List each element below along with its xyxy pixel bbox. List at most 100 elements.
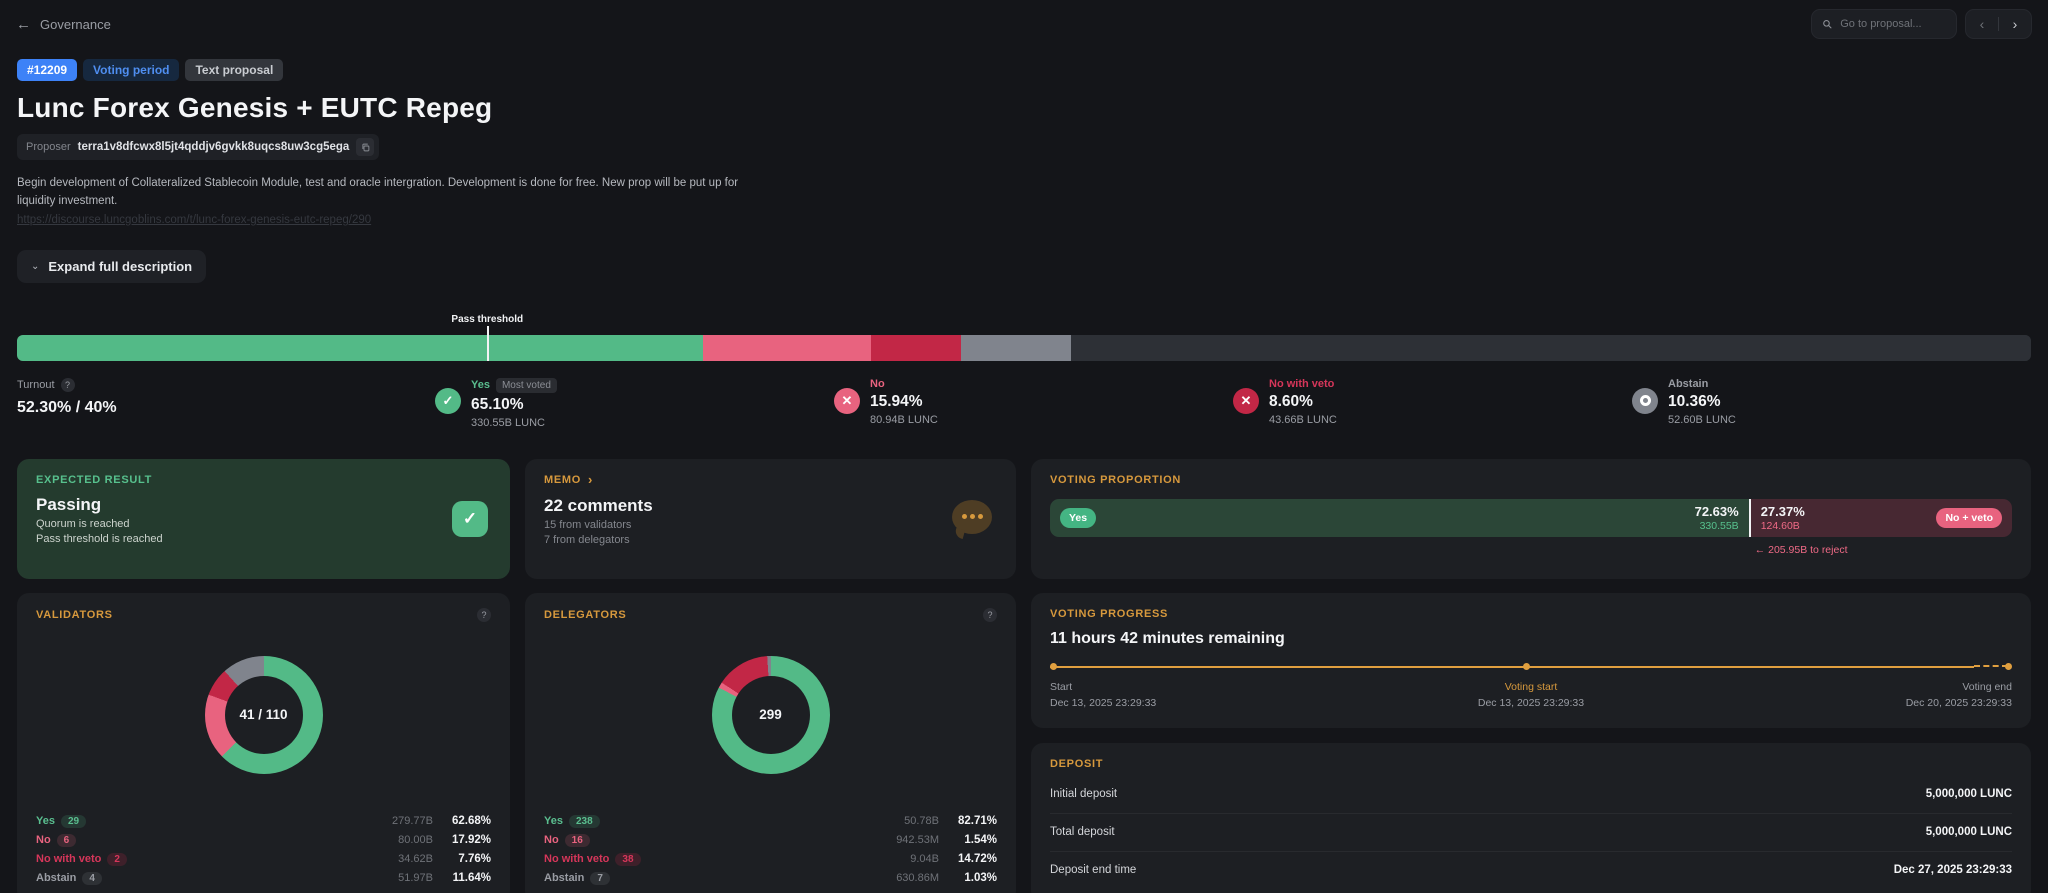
- copy-address-button[interactable]: [356, 138, 375, 157]
- yes-pill: Yes: [1060, 507, 1097, 528]
- top-bar: ← Governance ‹ ›: [0, 0, 2048, 43]
- pass-threshold-label: Pass threshold: [451, 313, 524, 325]
- proposal-title: Lunc Forex Genesis + EUTC Repeg: [17, 92, 493, 124]
- delegators-legend: Yes 238 50.78B 82.71% No 16 942.53M 1.54…: [544, 812, 997, 888]
- expand-label: Expand full description: [48, 258, 193, 274]
- legend-row-veto: No with veto 38 9.04B 14.72%: [544, 852, 997, 866]
- comment-count: 22 comments: [544, 495, 653, 515]
- no-pct: 15.94%: [870, 392, 923, 410]
- pass-threshold-marker: [487, 325, 489, 361]
- veto-label: No with veto: [1269, 377, 1335, 390]
- proportion-no-amount: 124.60B: [1760, 519, 1800, 532]
- no-stat: ✕ No 15.94% 80.94B LUNC: [834, 378, 1233, 429]
- proposal-id-badge: #12209: [17, 59, 78, 82]
- veto-x-icon: ✕: [1233, 387, 1259, 414]
- timeline-end-dot: [2005, 662, 2012, 670]
- yes-stat: ✓ Yes Most voted 65.10% 330.55B LUNC: [435, 377, 834, 429]
- proposal-type-badge: Text proposal: [185, 59, 284, 82]
- proposal-search[interactable]: [1811, 9, 1957, 39]
- delegators-heading: DELEGATORS: [544, 608, 627, 621]
- proposer-label: Proposer: [26, 141, 71, 154]
- total-deposit-row: Total deposit 5,000,000 LUNC: [1050, 812, 2012, 851]
- detail-cards-row: VALIDATORS ? 41 / 110 Yes 29 279.77B 62.…: [17, 592, 2031, 893]
- vote-tally-bar: [17, 334, 2031, 361]
- description-link[interactable]: https://discourse.luncgoblins.com/t/lunc…: [17, 212, 754, 230]
- legend-row-abstain: Abstain 4 51.97B 11.64%: [36, 871, 491, 885]
- proposal-pager: ‹ ›: [1965, 9, 2032, 39]
- back-label: Governance: [40, 16, 111, 32]
- proposer-pill: Proposer terra1v8dfcwx8l5jt4qddjv6gvkk8u…: [17, 134, 380, 161]
- proposer-address: terra1v8dfcwx8l5jt4qddjv6gvkk8uqcs8uw3cg…: [77, 141, 350, 154]
- expected-result-heading: EXPECTED RESULT: [36, 473, 153, 486]
- quorum-reached-line: Quorum is reached: [36, 517, 130, 530]
- validator-comments: 15 from validators: [544, 518, 632, 531]
- timeline-start-label: Start Dec 13, 2025 23:29:33: [1050, 680, 1157, 709]
- veto-count-badge: 2: [107, 852, 127, 866]
- back-to-governance[interactable]: ← Governance: [16, 17, 111, 32]
- no-veto-pill: No + veto: [1936, 507, 2002, 528]
- summary-cards-row: EXPECTED RESULT Passing Quorum is reache…: [17, 458, 2031, 579]
- tally-segment-abstain: [961, 334, 1071, 361]
- chevron-down-icon: ⌄: [31, 260, 40, 272]
- expected-result-status: Passing: [36, 494, 102, 514]
- abstain-amount: 52.60B LUNC: [1668, 413, 1736, 426]
- validators-count: 41 / 110: [239, 707, 288, 723]
- proportion-yes-segment: Yes 72.63% 330.55B: [1050, 498, 1749, 537]
- timeline-voting-start-dot: [1523, 662, 1531, 670]
- legend-row-veto: No with veto 2 34.62B 7.76%: [36, 852, 491, 866]
- timeline-labels: Start Dec 13, 2025 23:29:33 Voting start…: [1050, 680, 2012, 712]
- abstain-count-badge: 7: [590, 871, 610, 885]
- threshold-reached-line: Pass threshold is reached: [36, 532, 163, 545]
- no-count-badge: 16: [564, 833, 590, 847]
- proportion-yes-amount: 330.55B: [1699, 519, 1739, 532]
- voting-proportion-card: VOTING PROPORTION Yes 72.63% 330.55B 27.…: [1031, 458, 2031, 579]
- voting-progress-heading: VOTING PROGRESS: [1050, 607, 1169, 620]
- validators-heading: VALIDATORS: [36, 608, 113, 621]
- veto-amount: 43.66B LUNC: [1269, 413, 1337, 426]
- validators-donut-chart: 41 / 110: [204, 655, 323, 774]
- no-x-icon: ✕: [834, 387, 860, 414]
- legend-row-no: No 16 942.53M 1.54%: [544, 833, 997, 847]
- prev-proposal-button[interactable]: ‹: [1966, 10, 1998, 38]
- no-amount: 80.94B LUNC: [870, 413, 938, 426]
- next-proposal-button[interactable]: ›: [1999, 10, 2031, 38]
- yes-count-badge: 238: [568, 814, 600, 828]
- abstain-ring-icon: [1632, 387, 1658, 414]
- timeline-voting-start-label: Voting start Dec 13, 2025 23:29:33: [1477, 680, 1585, 709]
- voting-timeline: [1050, 662, 2012, 671]
- legend-row-yes: Yes 238 50.78B 82.71%: [544, 814, 997, 828]
- voting-proportion-heading: VOTING PROPORTION: [1050, 473, 1182, 486]
- delegators-help-icon[interactable]: ?: [983, 607, 997, 622]
- veto-pct: 8.60%: [1269, 392, 1313, 410]
- tally-segment-notvoted: [1070, 334, 2031, 361]
- tally-segment-veto: [870, 334, 962, 361]
- turnout-stat: Turnout ? 52.30% / 40%: [17, 377, 435, 429]
- memo-card[interactable]: MEMO › 22 comments 15 from validators 7 …: [525, 458, 1016, 579]
- legend-row-yes: Yes 29 279.77B 62.68%: [36, 814, 491, 828]
- delegators-card: DELEGATORS ? 299 Yes 238 50.78B 82.71% N…: [525, 592, 1016, 893]
- yes-pct: 65.10%: [471, 395, 524, 413]
- deposit-heading: DEPOSIT: [1050, 757, 1104, 770]
- validators-help-icon[interactable]: ?: [477, 607, 491, 622]
- most-voted-badge: Most voted: [495, 377, 557, 393]
- deposit-end-time-row: Deposit end time Dec 27, 2025 23:29:33: [1050, 850, 2012, 889]
- validators-legend: Yes 29 279.77B 62.68% No 6 80.00B 17.92%…: [36, 812, 491, 888]
- delegator-comments: 7 from delegators: [544, 533, 630, 546]
- to-reject-note: ← 205.95B to reject: [1754, 543, 1848, 556]
- proportion-no-pct: 27.37%: [1760, 503, 1805, 519]
- deposit-card: DEPOSIT Initial deposit 5,000,000 LUNC T…: [1031, 742, 2031, 893]
- tally-segment-yes: [17, 334, 703, 361]
- proportion-bar: Yes 72.63% 330.55B 27.37% 124.60B No + v…: [1050, 498, 2012, 537]
- turnout-value: 52.30% / 40%: [17, 398, 117, 416]
- turnout-help-icon[interactable]: ?: [60, 377, 75, 392]
- comments-icon: [952, 499, 992, 539]
- proportion-yes-pct: 72.63%: [1694, 503, 1739, 519]
- proposal-description: Begin development of Collateralized Stab…: [17, 175, 754, 229]
- right-column: VOTING PROGRESS 11 hours 42 minutes rema…: [1031, 592, 2031, 893]
- expand-description-button[interactable]: ⌄ Expand full description: [17, 249, 207, 283]
- timeline-start-dot: [1050, 662, 1057, 670]
- expected-result-card: EXPECTED RESULT Passing Quorum is reache…: [17, 458, 510, 579]
- tally-segment-no: [702, 334, 871, 361]
- veto-count-badge: 38: [615, 852, 641, 866]
- search-input[interactable]: [1840, 18, 1946, 30]
